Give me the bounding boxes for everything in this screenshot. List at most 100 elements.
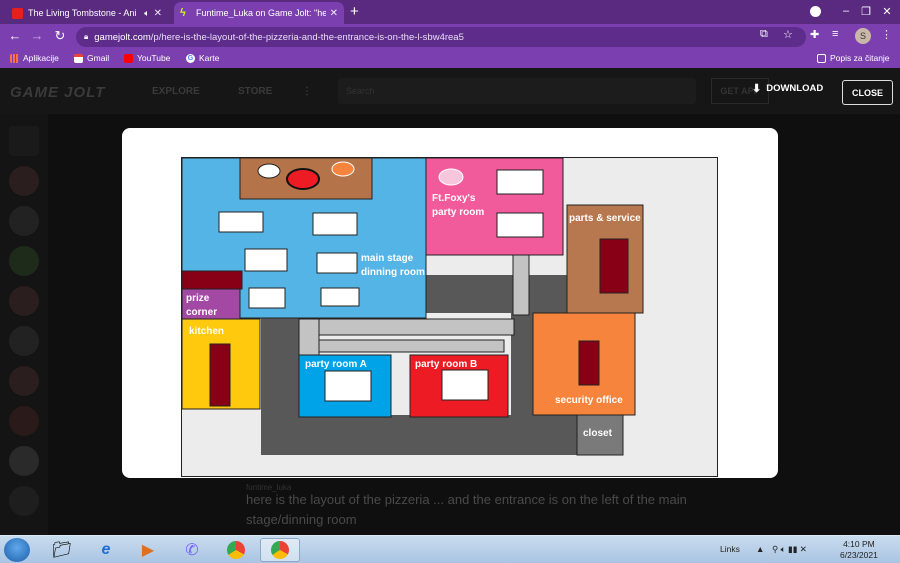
- forward-icon[interactable]: →: [28, 28, 46, 43]
- pizzeria-map: main stage dinning room Ft.Foxy's party ro…: [181, 157, 718, 477]
- reading-list[interactable]: Popis za čitanje: [817, 53, 890, 63]
- label-parts: parts & service: [569, 213, 641, 224]
- youtube-icon: [12, 7, 23, 19]
- sidebar-item[interactable]: [9, 246, 39, 276]
- bookmark-star-icon[interactable]: ☆: [783, 28, 793, 41]
- download-label: DOWNLOAD: [766, 83, 824, 94]
- clock-time: 4:10 PM: [843, 539, 875, 549]
- reading-list-icon: [817, 53, 826, 63]
- close-icon[interactable]: ✕: [330, 8, 338, 19]
- close-button[interactable]: CLOSE: [842, 80, 893, 105]
- sidebar-item[interactable]: [9, 406, 39, 436]
- tray-icons[interactable]: ⚲ 🔈︎ ▮▮ ✕: [772, 544, 807, 555]
- post-text: here is the layout of the pizzeria ... a…: [246, 492, 687, 527]
- bookmark-youtube[interactable]: YouTube: [124, 53, 170, 63]
- profile-indicator-icon[interactable]: [810, 6, 821, 17]
- bookmark-apps[interactable]: Aplikacije: [10, 53, 59, 63]
- download-button[interactable]: ⬇ DOWNLOAD: [752, 82, 823, 95]
- site-logo[interactable]: GAME JOLT: [10, 84, 105, 101]
- gmail-icon: [74, 53, 83, 63]
- label-closet: closet: [583, 428, 613, 439]
- label-kitchen: kitchen: [189, 326, 224, 337]
- tab-gamejolt[interactable]: ϟ Funtime_Luka on Game Jolt: "he ✕: [174, 2, 344, 24]
- post-caption: funtime_luka here is the layout of the p…: [246, 483, 706, 530]
- hallway: [298, 318, 515, 336]
- sidebar-item[interactable]: [9, 126, 39, 156]
- chrome-profile-icon[interactable]: [260, 538, 300, 562]
- bookmark-label: YouTube: [137, 53, 171, 63]
- clock-date: 6/23/2021: [840, 550, 878, 560]
- sidebar-item[interactable]: [9, 366, 39, 396]
- apps-grid-icon: [10, 53, 19, 63]
- sidebar-item[interactable]: [9, 286, 39, 316]
- sidebar: [0, 114, 48, 535]
- menu-icon[interactable]: ⋮: [881, 28, 892, 41]
- download-icon: ⬇: [752, 83, 762, 95]
- sidebar-item[interactable]: [9, 486, 39, 516]
- tray-expand-icon[interactable]: ▲: [756, 544, 764, 554]
- image-lightbox: main stage dinning room Ft.Foxy's party ro…: [122, 128, 778, 478]
- bookmark-label: Gmail: [87, 53, 110, 63]
- bookmark-label: Aplikacije: [23, 53, 59, 63]
- post-author[interactable]: funtime_luka: [246, 478, 291, 498]
- animatronic-marker: [438, 168, 464, 186]
- hallway: [512, 254, 530, 316]
- reload-icon[interactable]: ↻: [51, 28, 69, 44]
- url-host: gamejolt.com: [94, 31, 151, 43]
- sidebar-item[interactable]: [9, 326, 39, 356]
- chrome-icon[interactable]: [216, 538, 256, 562]
- google-icon: G: [186, 53, 195, 63]
- media-control-icon[interactable]: ≡: [832, 28, 838, 40]
- sidebar-item[interactable]: [9, 166, 39, 196]
- avatar[interactable]: S: [855, 28, 871, 44]
- windows-start-icon[interactable]: [4, 538, 30, 562]
- bookmark-gmail[interactable]: Gmail: [74, 53, 109, 63]
- search-input[interactable]: Search: [338, 78, 696, 104]
- clock[interactable]: 4:10 PM 6/23/2021: [840, 539, 878, 561]
- links-toolbar[interactable]: Links: [720, 544, 740, 554]
- url-path: /p/here-is-the-layout-of-the-pizzeria-an…: [150, 31, 464, 43]
- site-header: GAME JOLT EXPLORE STORE ⋮ Search GET APP…: [0, 68, 900, 114]
- table: [496, 169, 544, 195]
- bookmark-karte[interactable]: G Karte: [186, 53, 219, 63]
- animatronic-marker: [331, 161, 355, 177]
- bookmark-label: Karte: [199, 53, 220, 63]
- label-security: security office: [555, 395, 623, 406]
- entrance-door: [181, 270, 243, 290]
- back-icon[interactable]: ←: [6, 28, 24, 43]
- close-icon[interactable]: ✕: [154, 8, 162, 19]
- translate-icon[interactable]: ⧉: [760, 28, 768, 41]
- taskbar: 📁︎ e ▶ ✆ Links ▲ ⚲ 🔈︎ ▮▮ ✕ 4:10 PM 6/23/…: [0, 535, 900, 563]
- minimize-icon[interactable]: –: [836, 2, 856, 20]
- animatronic-marker: [286, 168, 320, 190]
- more-icon[interactable]: ⋮: [302, 86, 312, 97]
- sidebar-item[interactable]: [9, 206, 39, 236]
- hallway: [261, 415, 621, 455]
- nav-explore[interactable]: EXPLORE: [152, 86, 200, 97]
- sidebar-item[interactable]: [9, 446, 39, 476]
- hallway: [318, 339, 505, 353]
- media-player-icon[interactable]: ▶: [128, 538, 168, 562]
- bookmarks-bar: Aplikacije Gmail YouTube G Karte Popis z…: [0, 50, 900, 68]
- new-tab-button[interactable]: +: [350, 4, 359, 19]
- page-content: GAME JOLT EXPLORE STORE ⋮ Search GET APP…: [0, 68, 900, 535]
- extensions-icon[interactable]: ✚: [810, 28, 819, 41]
- door: [209, 343, 231, 407]
- tab-title: The Living Tombstone - Ani: [28, 8, 137, 18]
- address-bar[interactable]: 🔒︎ gamejolt.com/p/here-is-the-layout-of-…: [76, 27, 806, 47]
- file-explorer-icon[interactable]: 📁︎: [42, 538, 82, 562]
- hallway: [426, 275, 568, 313]
- reading-list-label: Popis za čitanje: [830, 53, 890, 63]
- label-party-a: party room A: [305, 359, 367, 370]
- nav-store[interactable]: STORE: [238, 86, 272, 97]
- viber-icon[interactable]: ✆: [172, 538, 212, 562]
- table: [324, 370, 372, 402]
- audio-icon[interactable]: 🔈︎: [144, 8, 149, 19]
- tab-title: Funtime_Luka on Game Jolt: "he: [196, 8, 326, 18]
- table: [496, 212, 544, 238]
- tab-youtube[interactable]: The Living Tombstone - Ani 🔈︎ ✕: [6, 2, 168, 24]
- restore-icon[interactable]: ❐: [856, 2, 876, 20]
- internet-explorer-icon[interactable]: e: [86, 538, 126, 562]
- close-window-icon[interactable]: ✕: [876, 2, 898, 20]
- youtube-icon: [124, 53, 133, 63]
